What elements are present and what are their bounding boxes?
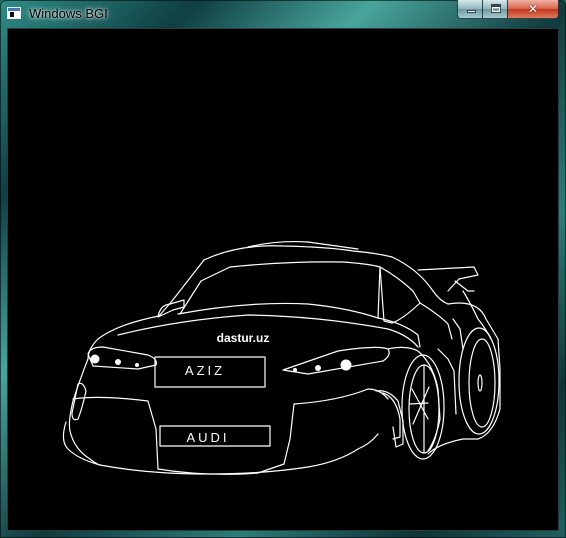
windshield-top xyxy=(229,261,381,268)
maximize-button[interactable] xyxy=(482,0,508,19)
close-icon: ✕ xyxy=(527,2,539,16)
headlight-dot-3 xyxy=(135,363,139,367)
hood-left xyxy=(87,315,160,360)
roof-line xyxy=(203,245,393,261)
window-title: Windows BGI xyxy=(29,6,108,21)
fender-vent xyxy=(375,390,404,448)
rear-fender xyxy=(427,302,501,455)
headlight-dot-6 xyxy=(340,359,352,371)
body-side-line xyxy=(419,302,453,340)
title-bar[interactable]: Windows BGI ✕ xyxy=(0,0,566,28)
front-plate-text: AZIZ xyxy=(185,363,225,378)
front-bumper-left xyxy=(68,358,101,466)
bgi-window: Windows BGI ✕ dastur.uz AZIZ AUDI xyxy=(0,0,566,538)
minimize-button[interactable] xyxy=(457,0,483,19)
rear-wheel-hub xyxy=(477,374,483,392)
left-intake xyxy=(71,382,87,421)
front-lip xyxy=(62,421,101,466)
close-button[interactable]: ✕ xyxy=(507,0,559,19)
windshield-right-pillar xyxy=(377,266,381,319)
headlight-dot-2 xyxy=(115,359,121,365)
rear-wing-support xyxy=(454,280,475,292)
graphics-canvas[interactable]: dastur.uz AZIZ AUDI xyxy=(8,29,558,530)
lower-plate-text: AUDI xyxy=(186,430,229,445)
side-window xyxy=(379,266,421,324)
window-app-icon[interactable] xyxy=(7,7,21,19)
rear-wing xyxy=(417,266,479,292)
headlight-dot-1 xyxy=(90,354,100,364)
headlight-dot-4 xyxy=(293,368,297,372)
rear-quarter xyxy=(462,290,492,340)
lower-grille-outline xyxy=(72,388,389,475)
caption-buttons: ✕ xyxy=(457,0,559,19)
headlight-dot-5 xyxy=(315,365,321,371)
minimize-icon xyxy=(467,10,476,13)
rear-wheel-outer xyxy=(458,327,500,435)
bumper-bottom xyxy=(99,433,379,475)
car-drawing: dastur.uz AZIZ AUDI xyxy=(62,240,501,475)
watermark-label: dastur.uz xyxy=(217,331,270,345)
front-wheel-outer xyxy=(401,354,445,460)
headlight-right xyxy=(282,346,390,375)
maximize-icon xyxy=(491,4,501,13)
roof-spoiler-line xyxy=(247,240,359,250)
